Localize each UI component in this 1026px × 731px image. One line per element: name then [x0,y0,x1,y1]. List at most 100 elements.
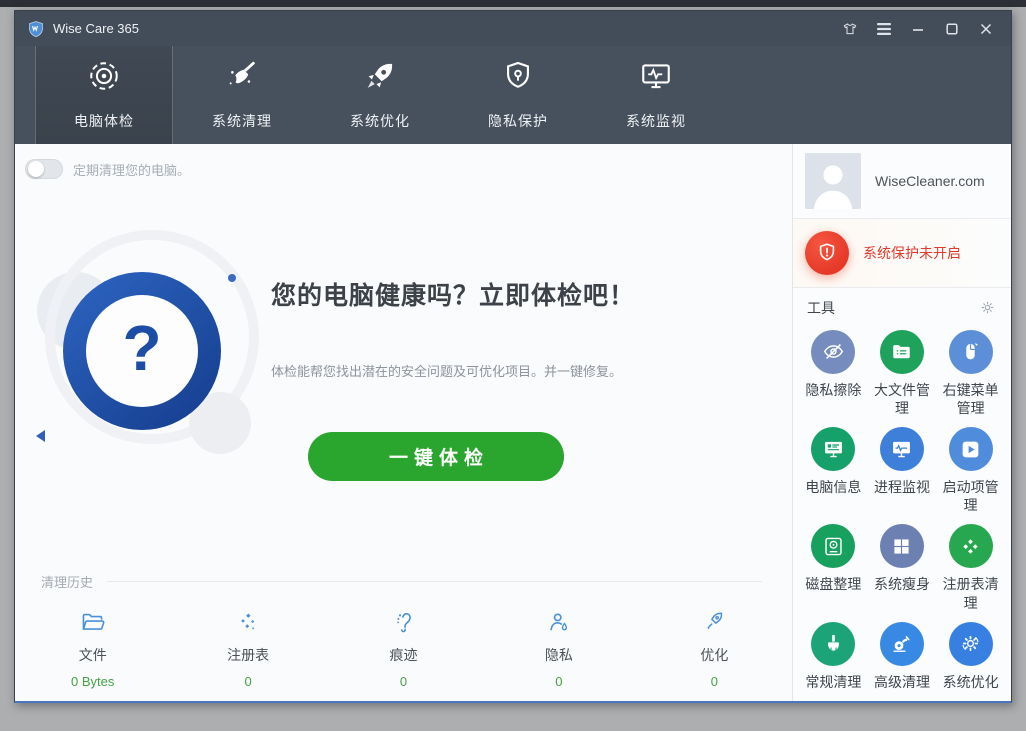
monitor-pulse-icon [639,59,673,98]
tool-system-tuneup[interactable]: 系统优化 [937,622,1005,691]
history-value: 0 Bytes [71,674,114,689]
avatar [805,153,861,209]
monitor-wave-icon [880,427,924,471]
tool-common-cleaner[interactable]: 常规清理 [799,622,867,691]
mouse-icon [949,330,993,374]
history-item-traces: 痕迹 0 [326,609,481,689]
folder-icon [80,609,106,635]
tool-label: 右键菜单管理 [941,381,1001,417]
history-title: 清理历史 [41,572,93,591]
tool-label: 启动项管理 [941,478,1001,514]
menu-icon[interactable] [871,17,897,41]
tool-label: 大文件管理 [872,381,932,417]
tab-label: 隐私保护 [488,111,548,131]
checkup-hero: ? 您的电脑健康吗？立即体检吧！ 体检能帮您找出潜在的安全问题及可优化项目。并一… [15,234,792,481]
history-value: 0 [244,674,251,689]
history-value: 0 [400,674,407,689]
protection-alert[interactable]: 系统保护未开启 [793,219,1011,288]
question-mark: ? [122,311,161,385]
wise-care-365-window: Wise Care 365 电脑体检 系统清理 [14,10,1012,703]
play-icon [949,427,993,471]
history-item-files: 文件 0 Bytes [15,609,170,689]
rocket-icon [363,59,397,98]
hero-description: 体检能帮您找出潜在的安全问题及可优化项目。并一键修复。 [271,361,635,380]
tab-privacy-protector[interactable]: 隐私保护 [449,46,587,144]
tools-settings-gear-icon[interactable] [977,298,997,318]
tool-disk-defrag[interactable]: 磁盘整理 [799,524,867,611]
history-item-optimization: 优化 0 [637,609,792,689]
folder-list-icon [880,330,924,374]
account-row[interactable]: WiseCleaner.com [793,144,1011,219]
tool-label: 注册表清理 [941,575,1001,611]
minimize-icon[interactable] [905,17,931,41]
tool-label: 磁盘整理 [803,575,863,593]
shield-lock-icon [501,59,535,98]
question-ring: ? [63,272,221,430]
disk-icon [811,524,855,568]
history-item-registry: 注册表 0 [170,609,325,689]
tool-system-slimming[interactable]: 系统瘦身 [868,524,936,611]
tool-process-monitor[interactable]: 进程监视 [868,427,936,514]
deco-triangle [36,430,45,442]
tool-privacy-eraser[interactable]: 隐私擦除 [799,330,867,417]
tab-label: 系统监视 [626,111,686,131]
tab-system-tuneup[interactable]: 系统优化 [311,46,449,144]
history-label: 优化 [700,645,728,665]
maximize-icon[interactable] [939,17,965,41]
tool-context-menu-manager[interactable]: 右键菜单管理 [937,330,1005,417]
tab-label: 系统清理 [212,111,272,131]
tool-pc-info[interactable]: 电脑信息 [799,427,867,514]
tab-system-cleaner[interactable]: 系统清理 [173,46,311,144]
main-nav: 电脑体检 系统清理 系统优化 隐私保护 系统监视 [15,46,1011,144]
history-label: 注册表 [227,645,269,665]
tool-registry-cleaner[interactable]: 注册表清理 [937,524,1005,611]
toggle-knob [28,161,44,177]
cleaning-history: 清理历史 文件 0 Bytes 注册表 [15,572,792,701]
tool-big-files-manager[interactable]: 大文件管理 [868,330,936,417]
tool-startup-manager[interactable]: 启动项管理 [937,427,1005,514]
monitor-info-icon [811,427,855,471]
content-area: 定期清理您的电脑。 ? 您的电脑健康吗？立即体检吧！ [15,144,1011,701]
brush-icon [811,622,855,666]
history-label: 隐私 [545,645,573,665]
tab-pc-checkup[interactable]: 电脑体检 [35,46,173,144]
alert-text: 系统保护未开启 [863,243,961,263]
tool-label: 电脑信息 [803,478,863,496]
account-name: WiseCleaner.com [875,173,985,189]
tool-label: 系统瘦身 [872,575,932,593]
tool-label: 系统优化 [941,673,1001,691]
sidebar: WiseCleaner.com 系统保护未开启 工具 [793,144,1011,701]
titlebar[interactable]: Wise Care 365 [15,11,1011,46]
tab-system-monitor[interactable]: 系统监视 [587,46,725,144]
optimize-rocket-icon [701,609,727,635]
hero-text: 您的电脑健康吗？立即体检吧！ 体检能帮您找出潜在的安全问题及可优化项目。并一键修… [271,234,635,481]
history-value: 0 [711,674,718,689]
gear-sync-icon [949,622,993,666]
tab-label: 电脑体检 [74,111,134,131]
app-shield-logo-icon [27,20,45,38]
vacuum-icon [880,622,924,666]
tool-advanced-cleaner[interactable]: 高级清理 [868,622,936,691]
question-mark-illustration: ? [31,234,263,466]
history-header: 清理历史 [15,572,792,591]
checkup-target-icon [87,59,121,98]
skin-icon[interactable] [837,17,863,41]
deco-dot [228,274,236,282]
eye-off-icon [811,330,855,374]
desktop-top-strip [0,0,1026,7]
tool-label: 常规清理 [803,673,863,691]
history-divider [107,581,762,582]
main-panel: 定期清理您的电脑。 ? 您的电脑健康吗？立即体检吧！ [15,144,792,701]
tab-label: 系统优化 [350,111,410,131]
scheduler-label: 定期清理您的电脑。 [73,160,190,179]
tools-header: 工具 [793,290,1011,326]
scheduler-row: 定期清理您的电脑。 [15,144,792,182]
history-item-privacy: 隐私 0 [481,609,636,689]
scheduler-toggle[interactable] [25,159,63,179]
close-icon[interactable] [973,17,999,41]
diamonds-icon [949,524,993,568]
history-label: 文件 [79,645,107,665]
one-click-checkup-button[interactable]: 一键体检 [308,432,564,481]
tool-label: 进程监视 [872,478,932,496]
broom-icon [225,59,259,98]
